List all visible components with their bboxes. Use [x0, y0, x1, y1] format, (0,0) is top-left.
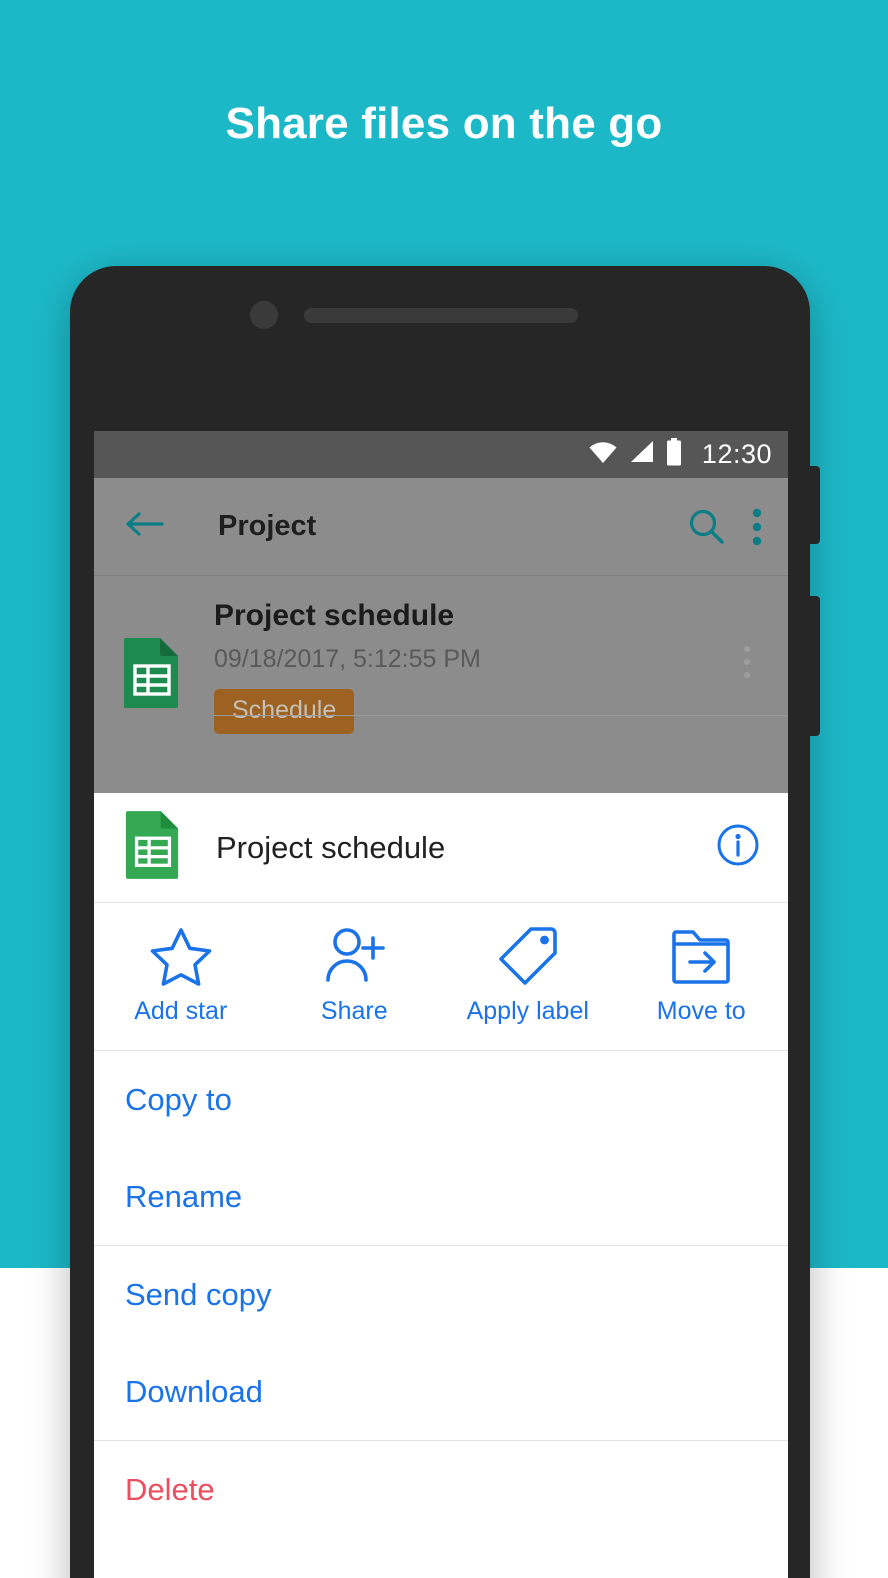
menu-group-3: Delete	[94, 1441, 788, 1538]
action-move-to[interactable]: Move to	[615, 925, 789, 1026]
file-date: 09/18/2017, 5:12:55 PM	[214, 645, 481, 673]
menu-item-download[interactable]: Download	[94, 1343, 788, 1440]
status-badge: Schedule	[214, 689, 355, 734]
list-item-details: Project schedule 09/18/2017, 5:12:55 PM …	[184, 598, 732, 734]
menu-item-delete[interactable]: Delete	[94, 1441, 788, 1538]
dot	[744, 646, 750, 652]
quick-action-row: Add star Share Apply label Move to	[94, 903, 788, 1051]
back-arrow-icon[interactable]	[124, 509, 164, 544]
battery-full-icon	[665, 438, 683, 471]
page-title: Share files on the go	[225, 99, 663, 148]
action-label: Share	[320, 997, 388, 1025]
action-add-star[interactable]: Add star	[94, 925, 268, 1026]
google-sheets-icon	[124, 809, 182, 886]
status-bar-clock: 12:30	[701, 439, 772, 469]
app-toolbar: Project	[94, 478, 788, 576]
google-sheets-icon	[122, 598, 184, 715]
dot	[744, 672, 750, 678]
action-apply-label[interactable]: Apply label	[441, 925, 615, 1026]
more-vertical-icon[interactable]	[752, 508, 762, 546]
status-bar-icons: 12:30	[588, 438, 772, 471]
info-circle-icon[interactable]	[716, 823, 760, 872]
action-label: Move to	[656, 997, 746, 1025]
menu-item-send-copy[interactable]: Send copy	[94, 1246, 788, 1343]
action-label: Apply label	[466, 997, 589, 1025]
person-add-icon	[323, 925, 386, 987]
list-divider	[214, 715, 788, 716]
cell-signal-icon	[628, 440, 655, 469]
list-item[interactable]: Project schedule 09/18/2017, 5:12:55 PM …	[94, 576, 788, 734]
toolbar-title: Project	[218, 510, 317, 542]
phone-screen: 12:30 Project Project schedule 09/18/201…	[94, 431, 788, 1578]
screenshot-root: Share files on the go 12:30 Project Proj…	[0, 0, 888, 1578]
phone-power-button[interactable]	[808, 466, 820, 544]
menu-item-rename[interactable]: Rename	[94, 1148, 788, 1245]
list-item-overflow-icon[interactable]	[732, 598, 762, 678]
menu-group-1: Copy to Rename	[94, 1051, 788, 1246]
file-name: Project schedule	[214, 599, 455, 632]
wifi-icon	[588, 440, 618, 469]
label-tag-icon	[497, 925, 559, 987]
bottom-sheet: Project schedule Add star Share Apply la…	[94, 793, 788, 1538]
dot	[744, 659, 750, 665]
action-label: Add star	[134, 997, 228, 1025]
front-camera-icon	[250, 301, 278, 329]
phone-volume-button[interactable]	[808, 596, 820, 736]
sheet-file-name: Project schedule	[216, 829, 446, 865]
earpiece-speaker	[304, 308, 578, 323]
action-share[interactable]: Share	[268, 925, 442, 1026]
folder-move-icon	[670, 925, 732, 987]
phone-device: 12:30 Project Project schedule 09/18/201…	[70, 266, 820, 1578]
menu-item-copy-to[interactable]: Copy to	[94, 1051, 788, 1148]
menu-group-2: Send copy Download	[94, 1246, 788, 1441]
file-list: Project schedule 09/18/2017, 5:12:55 PM …	[94, 576, 788, 793]
status-bar: 12:30	[94, 431, 788, 478]
bottom-sheet-header: Project schedule	[94, 793, 788, 903]
star-outline-icon	[150, 925, 212, 987]
search-icon[interactable]	[686, 507, 726, 547]
